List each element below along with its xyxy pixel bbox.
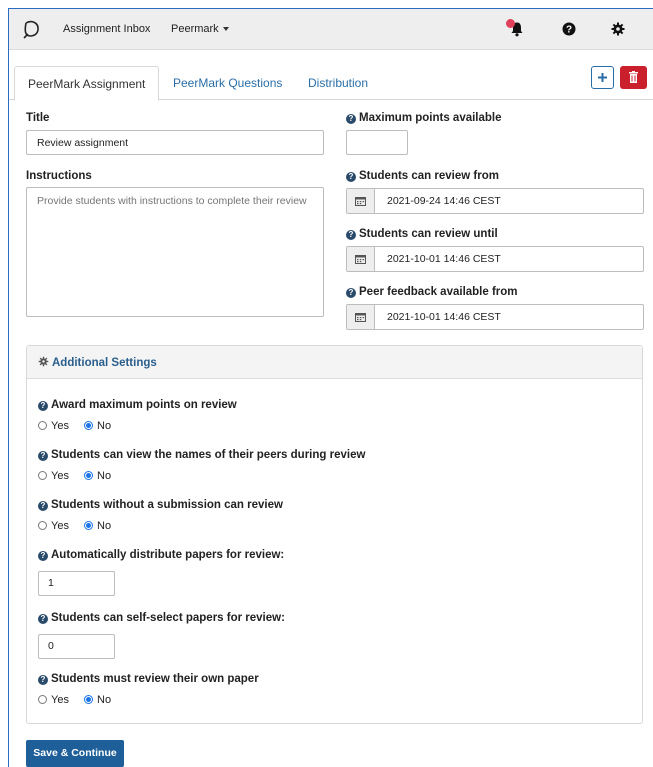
- logo-icon[interactable]: [21, 19, 43, 41]
- title-input[interactable]: [26, 130, 324, 155]
- instructions-label: Instructions: [26, 170, 92, 182]
- help-circle-icon: ?: [346, 230, 356, 240]
- add-button[interactable]: [591, 66, 614, 89]
- gear-icon[interactable]: [610, 21, 626, 37]
- no-submission-label-text: Students without a submission can review: [51, 499, 283, 511]
- panel-header[interactable]: Additional Settings: [27, 346, 642, 379]
- calendar-icon[interactable]: [347, 247, 375, 271]
- help-circle-icon: ?: [346, 288, 356, 298]
- nav-peermark-dropdown[interactable]: Peermark: [171, 23, 229, 35]
- tab-peermark-questions[interactable]: PeerMark Questions: [161, 66, 294, 100]
- save-continue-button[interactable]: Save & Continue: [26, 740, 124, 767]
- no-submission-radio-group: Yes No: [38, 520, 123, 532]
- self-select-label: ? Students can self-select papers for rev…: [38, 612, 285, 624]
- calendar-icon[interactable]: [347, 305, 375, 329]
- feedback-from-input[interactable]: 2021-10-01 14:46 CEST: [346, 304, 644, 330]
- tab-bar: PeerMark Assignment PeerMark Questions D…: [9, 50, 653, 101]
- help-circle-icon: ?: [346, 114, 356, 124]
- max-points-input[interactable]: [346, 130, 408, 155]
- no-submission-label: ? Students without a submission can revie…: [38, 499, 283, 511]
- notification-dot: [506, 19, 515, 28]
- help-circle-icon: ?: [38, 614, 48, 624]
- no-submission-yes-radio[interactable]: [38, 521, 47, 530]
- own-paper-yes-label[interactable]: Yes: [51, 694, 69, 706]
- auto-distribute-label-text: Automatically distribute papers for revi…: [51, 549, 285, 561]
- tab-peermark-assignment[interactable]: PeerMark Assignment: [14, 66, 159, 101]
- review-until-label: ? Students can review until: [346, 228, 498, 240]
- own-paper-label-text: Students must review their own paper: [51, 673, 259, 685]
- review-until-input[interactable]: 2021-10-01 14:46 CEST: [346, 246, 644, 272]
- no-submission-no-radio[interactable]: [84, 521, 94, 530]
- max-points-label: ? Maximum points available: [346, 112, 502, 124]
- top-navbar: Assignment Inbox Peermark ?: [9, 9, 653, 50]
- review-from-label-text: Students can review from: [359, 170, 499, 182]
- self-select-label-text: Students can self-select papers for revi…: [51, 612, 285, 624]
- review-from-label: ? Students can review from: [346, 170, 499, 182]
- feedback-from-label-text: Peer feedback available from: [359, 286, 518, 298]
- auto-distribute-input[interactable]: 1: [38, 571, 115, 596]
- bell-icon[interactable]: [506, 19, 525, 37]
- names-yes-label[interactable]: Yes: [51, 470, 69, 482]
- award-no-radio[interactable]: [84, 421, 94, 430]
- names-label: ? Students can view the names of their pe…: [38, 449, 365, 461]
- help-circle-icon: ?: [346, 172, 356, 182]
- additional-settings-panel: Additional Settings ? Award maximum point…: [26, 345, 643, 724]
- panel-title-text: Additional Settings: [52, 357, 157, 369]
- cog-icon: [38, 356, 49, 367]
- svg-text:?: ?: [566, 25, 572, 36]
- award-no-label[interactable]: No: [97, 420, 111, 432]
- nav-peermark-label: Peermark: [171, 23, 219, 35]
- max-points-label-text: Maximum points available: [359, 112, 502, 124]
- auto-distribute-label: ? Automatically distribute papers for rev…: [38, 549, 284, 561]
- feedback-from-label: ? Peer feedback available from: [346, 286, 518, 298]
- self-select-input[interactable]: 0: [38, 634, 115, 659]
- tab-distribution[interactable]: Distribution: [296, 66, 380, 100]
- delete-button[interactable]: [620, 66, 647, 89]
- own-paper-no-radio[interactable]: [84, 695, 94, 704]
- own-paper-no-label[interactable]: No: [97, 694, 111, 706]
- award-label-text: Award maximum points on review: [51, 399, 237, 411]
- help-circle-icon: ?: [38, 451, 48, 461]
- own-paper-yes-radio[interactable]: [38, 695, 47, 704]
- caret-down-icon: [222, 27, 229, 32]
- plus-icon: [598, 73, 607, 82]
- names-no-label[interactable]: No: [97, 470, 111, 482]
- names-yes-radio[interactable]: [38, 471, 47, 480]
- no-submission-no-label[interactable]: No: [97, 520, 111, 532]
- no-submission-yes-label[interactable]: Yes: [51, 520, 69, 532]
- calendar-icon[interactable]: [347, 189, 375, 213]
- award-radio-group: Yes No: [38, 420, 123, 432]
- award-yes-radio[interactable]: [38, 421, 47, 430]
- help-circle-icon: ?: [38, 501, 48, 511]
- feedback-from-value: 2021-10-01 14:46 CEST: [387, 311, 501, 323]
- names-radio-group: Yes No: [38, 470, 123, 482]
- app-frame: Assignment Inbox Peermark ? PeerMark Ass…: [8, 8, 653, 767]
- title-label: Title: [26, 112, 50, 124]
- instructions-textarea[interactable]: [26, 187, 324, 317]
- help-circle-icon: ?: [38, 675, 48, 685]
- nav-assignment-inbox[interactable]: Assignment Inbox: [63, 23, 150, 35]
- review-from-input[interactable]: 2021-09-24 14:46 CEST: [346, 188, 644, 214]
- own-paper-label: ? Students must review their own paper: [38, 673, 259, 685]
- award-yes-label[interactable]: Yes: [51, 420, 69, 432]
- help-circle-icon: ?: [38, 401, 48, 411]
- panel-title: Additional Settings: [38, 356, 157, 369]
- review-until-label-text: Students can review until: [359, 228, 498, 240]
- help-icon[interactable]: ?: [561, 21, 577, 37]
- names-label-text: Students can view the names of their pee…: [51, 449, 366, 461]
- own-paper-radio-group: Yes No: [38, 694, 123, 706]
- help-circle-icon: ?: [38, 551, 48, 561]
- award-label: ? Award maximum points on review: [38, 399, 237, 411]
- trash-icon: [629, 71, 638, 83]
- names-no-radio[interactable]: [84, 471, 94, 480]
- review-until-value: 2021-10-01 14:46 CEST: [387, 253, 501, 265]
- review-from-value: 2021-09-24 14:46 CEST: [387, 195, 501, 207]
